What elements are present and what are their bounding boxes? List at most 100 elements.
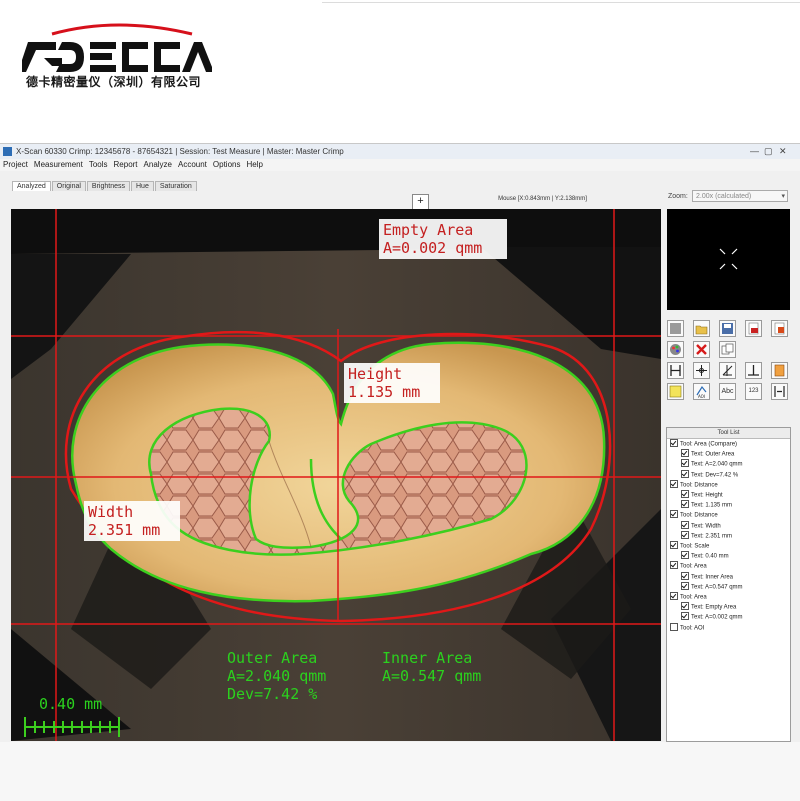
- tool-list-checkbox[interactable]: [681, 500, 689, 509]
- menu-account[interactable]: Account: [175, 159, 210, 171]
- app-icon: [3, 147, 12, 156]
- tool-list-checkbox[interactable]: [670, 541, 678, 549]
- tool-list-item[interactable]: Text: Empty Area: [681, 602, 736, 613]
- tool-list-item[interactable]: Tool: AOI: [670, 622, 704, 634]
- tool-list-checkbox[interactable]: [670, 479, 678, 488]
- distance-tool-button[interactable]: [667, 362, 684, 379]
- tool-list-item[interactable]: Text: Dev=7.42 %: [681, 469, 738, 481]
- tool-list-checkbox[interactable]: [681, 581, 689, 590]
- angle-tool-button[interactable]: [719, 362, 736, 379]
- tool-list-panel: Tool List Tool: Area (Compare) Text: Oute…: [666, 427, 791, 742]
- perpendicular-tool-button[interactable]: [745, 362, 762, 379]
- tool-list-checkbox[interactable]: [670, 592, 678, 600]
- export-button[interactable]: [771, 362, 788, 379]
- tool-list-checkbox[interactable]: [681, 571, 689, 580]
- pdf-button[interactable]: [745, 320, 762, 337]
- tab-original[interactable]: Original: [51, 181, 86, 191]
- image-viewer[interactable]: Empty Area A=0.002 qmm Height 1.135 mm W…: [11, 209, 661, 741]
- pointer-tool-button[interactable]: [693, 362, 710, 379]
- minimize-button[interactable]: —: [750, 144, 759, 159]
- tool-list-checkbox[interactable]: [670, 622, 678, 631]
- tab-brightness[interactable]: Brightness: [86, 181, 130, 191]
- aoi-icon: AOI: [696, 385, 707, 399]
- tool-list-label: Text: Outer Area: [691, 451, 735, 458]
- tab-saturation[interactable]: Saturation: [154, 181, 197, 191]
- select-tool-button[interactable]: [667, 320, 684, 337]
- width-title: Width: [88, 503, 133, 521]
- company-name: 德卡精密量仪（深圳）有限公司: [26, 75, 202, 89]
- perpendicular-icon: [748, 365, 759, 376]
- tool-list-label: Text: A=2.040 qmm: [691, 461, 743, 468]
- aoi-tool-button[interactable]: AOI: [693, 383, 710, 400]
- angle-icon: [722, 365, 733, 376]
- menu-report[interactable]: Report: [111, 159, 141, 171]
- scale-label: 0.40 mm: [39, 695, 102, 713]
- tool-list-checkbox[interactable]: [670, 439, 678, 447]
- menu-analyze[interactable]: Analyze: [141, 159, 175, 171]
- tool-list-checkbox[interactable]: [681, 490, 689, 498]
- tool-list-label: Tool: Scale: [680, 543, 710, 550]
- tool-list-checkbox[interactable]: [681, 449, 689, 458]
- aoi-text: AOI: [698, 394, 705, 399]
- width-value: 2.351 mm: [88, 521, 160, 539]
- tool-list-item[interactable]: Tool: Scale: [670, 541, 710, 552]
- inner-area-title: Inner Area: [382, 649, 472, 667]
- close-button[interactable]: ✕: [779, 144, 787, 159]
- tool-list-label: Text: A=0.547 qmm: [691, 584, 743, 591]
- tool-list-item[interactable]: Tool: Distance: [670, 479, 718, 491]
- tool-list-label: Text: 2.351 mm: [691, 533, 733, 540]
- tool-list-item[interactable]: Text: 0.40 mm: [681, 551, 729, 562]
- tool-list-item[interactable]: Text: 1.135 mm: [681, 500, 732, 511]
- tool-list-item[interactable]: Text: A=0.002 qmm: [681, 612, 743, 623]
- width-icon: [774, 386, 785, 397]
- report-button[interactable]: [771, 320, 788, 337]
- calculate-icon: [669, 385, 682, 398]
- zoom-select[interactable]: 2.00x (calculated) ▾: [692, 190, 788, 202]
- menu-options[interactable]: Options: [210, 159, 244, 171]
- menu-bar: Project Measurement Tools Report Analyze Acco…: [0, 159, 800, 171]
- delete-button[interactable]: [693, 341, 710, 358]
- tool-list-checkbox[interactable]: [681, 520, 689, 529]
- copy-button[interactable]: [719, 341, 736, 358]
- tool-list-label: Text: Width: [691, 523, 721, 530]
- tool-list-item[interactable]: Text: Outer Area: [681, 449, 735, 460]
- tab-hue[interactable]: Hue: [131, 181, 154, 191]
- tool-list-label: Tool: Area: [680, 563, 707, 570]
- crosshair-icon: +: [417, 195, 424, 207]
- menu-project[interactable]: Project: [0, 159, 31, 171]
- tool-list-checkbox[interactable]: [681, 551, 689, 560]
- text-abc-icon: Abc: [721, 388, 734, 395]
- height-title: Height: [348, 365, 402, 383]
- tool-list-label: Tool: Area: [680, 594, 707, 601]
- maximize-button[interactable]: ▢: [764, 144, 773, 159]
- tool-list-checkbox[interactable]: [681, 459, 689, 468]
- tool-list-checkbox[interactable]: [681, 612, 689, 621]
- palette-icon: [670, 344, 681, 355]
- calculate-button[interactable]: [667, 383, 684, 400]
- width-tool-button[interactable]: [771, 383, 788, 400]
- tool-list-checkbox[interactable]: [681, 602, 689, 611]
- tool-list-label: Text: A=0.002 qmm: [691, 614, 743, 621]
- save-button[interactable]: [719, 320, 736, 337]
- tool-list-checkbox[interactable]: [681, 469, 689, 478]
- menu-tools[interactable]: Tools: [86, 159, 111, 171]
- color-button[interactable]: [667, 341, 684, 358]
- tool-list-checkbox[interactable]: [681, 530, 689, 539]
- tab-analyzed[interactable]: Analyzed: [12, 181, 51, 191]
- crosshair-button[interactable]: +: [412, 194, 429, 210]
- tool-list-checkbox[interactable]: [670, 561, 678, 570]
- tool-list-item[interactable]: Text: A=0.547 qmm: [681, 581, 743, 593]
- menu-help[interactable]: Help: [243, 159, 265, 171]
- tool-list-checkbox[interactable]: [670, 510, 678, 519]
- tool-list-label: Text: Inner Area: [691, 574, 734, 581]
- preview-window[interactable]: [667, 209, 790, 310]
- tool-list-label: Tool: Area (Compare): [680, 441, 738, 448]
- text-tool-button[interactable]: Abc: [719, 383, 736, 400]
- height-value: 1.135 mm: [348, 383, 420, 401]
- tool-list-item[interactable]: Text: A=2.040 qmm: [681, 459, 743, 470]
- number-tool-button[interactable]: 123: [745, 383, 762, 400]
- tool-list-item[interactable]: Tool: Distance: [670, 510, 718, 521]
- menu-measurement[interactable]: Measurement: [31, 159, 86, 171]
- tool-list-item[interactable]: Text: 2.351 mm: [681, 530, 733, 542]
- open-button[interactable]: [693, 320, 710, 337]
